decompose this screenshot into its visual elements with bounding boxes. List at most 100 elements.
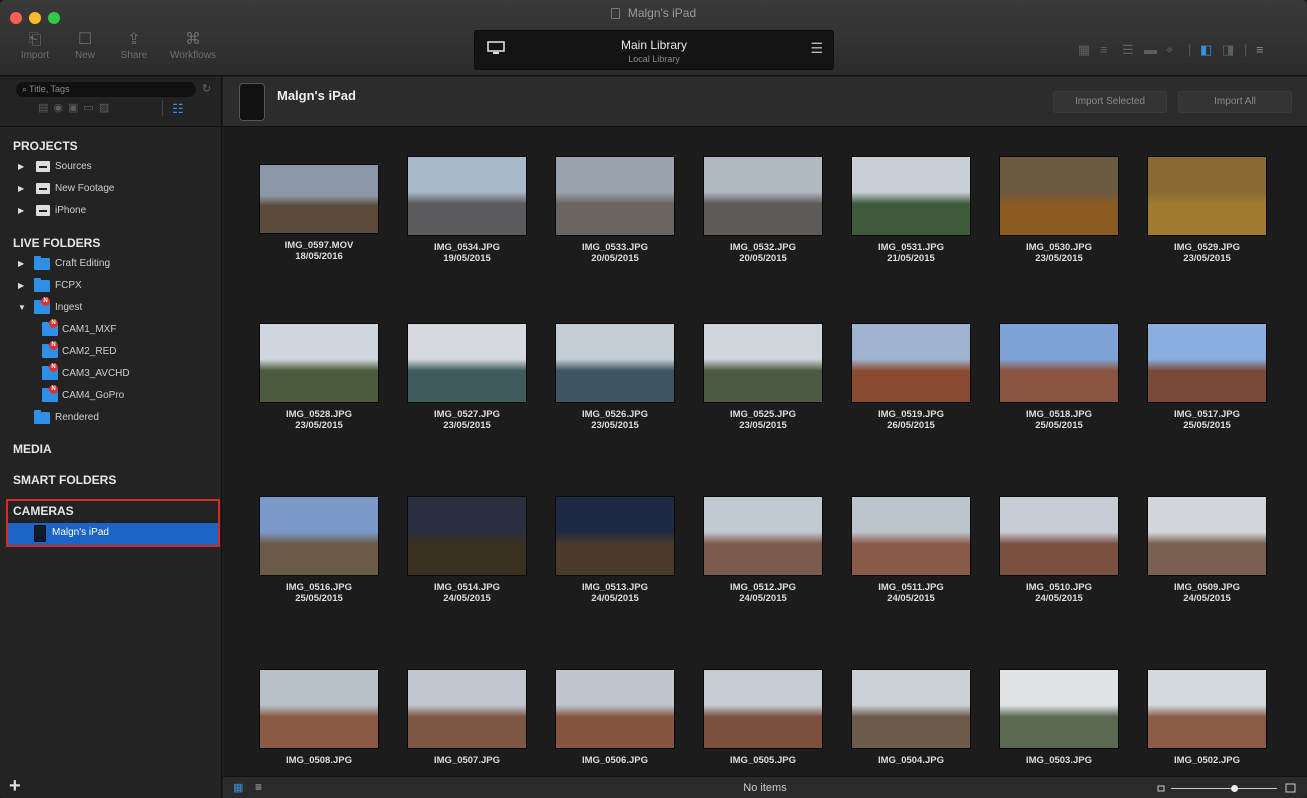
- zoom-slider-knob[interactable]: [1231, 785, 1239, 792]
- other-filter-icon[interactable]: ▨: [99, 102, 114, 114]
- section-cameras[interactable]: CAMERAS: [13, 504, 74, 518]
- list-view-icon[interactable]: ≡: [1100, 43, 1108, 57]
- photo-thumbnail[interactable]: [1147, 669, 1267, 749]
- document-filter-icon[interactable]: ▭: [83, 102, 98, 114]
- search-input[interactable]: ⌕ Title, Tags: [16, 82, 196, 97]
- thumbnail-item[interactable]: IMG_0530.JPG 23/05/2015: [989, 156, 1129, 264]
- photo-thumbnail[interactable]: [851, 156, 971, 236]
- thumbnail-item[interactable]: IMG_0518.JPG 25/05/2015: [989, 323, 1129, 431]
- photo-thumbnail[interactable]: [851, 496, 971, 576]
- photo-thumbnail[interactable]: [999, 669, 1119, 749]
- thumbnail-item[interactable]: IMG_0512.JPG 24/05/2015: [693, 496, 833, 604]
- thumbnail-filename: IMG_0503.JPG: [1025, 755, 1092, 766]
- photo-thumbnail[interactable]: [703, 496, 823, 576]
- video-thumbnail[interactable]: [259, 164, 379, 234]
- thumbnail-item[interactable]: IMG_0511.JPG 24/05/2015: [841, 496, 981, 604]
- thumbnail-item[interactable]: IMG_0514.JPG 24/05/2015: [397, 496, 537, 604]
- add-button[interactable]: +: [9, 775, 21, 798]
- photo-thumbnail[interactable]: [555, 323, 675, 403]
- photo-thumbnail[interactable]: [999, 496, 1119, 576]
- photo-thumbnail[interactable]: [703, 323, 823, 403]
- thumbnail-item[interactable]: IMG_0533.JPG 20/05/2015: [545, 156, 685, 264]
- thumbnail-item[interactable]: IMG_0503.JPG: [989, 669, 1129, 766]
- thumbnail-grid[interactable]: IMG_0597.MOV 18/05/2016 IMG_0534.JPG 19/05/…: [223, 128, 1307, 776]
- thumbnail-item[interactable]: IMG_0526.JPG 23/05/2015: [545, 323, 685, 431]
- new-button[interactable]: ☐ New: [57, 30, 113, 61]
- photo-thumbnail[interactable]: [555, 496, 675, 576]
- thumbnail-item[interactable]: IMG_0504.JPG: [841, 669, 981, 766]
- detail-view-icon[interactable]: ☰: [1122, 43, 1134, 57]
- import-selected-button[interactable]: Import Selected: [1053, 91, 1167, 113]
- section-live-folders[interactable]: LIVE FOLDERS: [13, 236, 100, 250]
- photo-thumbnail[interactable]: [851, 669, 971, 749]
- thumbnail-item[interactable]: IMG_0532.JPG 20/05/2015: [693, 156, 833, 264]
- thumbnail-item[interactable]: IMG_0502.JPG: [1137, 669, 1277, 766]
- disclosure-triangle-icon[interactable]: ▶: [18, 276, 24, 296]
- thumbnail-item[interactable]: IMG_0509.JPG 24/05/2015: [1137, 496, 1277, 604]
- video-filter-icon[interactable]: ▤: [38, 102, 53, 114]
- photo-thumbnail[interactable]: [259, 496, 379, 576]
- photo-thumbnail[interactable]: [999, 323, 1119, 403]
- zoom-slider[interactable]: [1157, 783, 1297, 793]
- map-view-icon[interactable]: ⌖: [1166, 43, 1173, 57]
- thumbnail-item[interactable]: IMG_0510.JPG 24/05/2015: [989, 496, 1129, 604]
- thumbnail-item[interactable]: IMG_0527.JPG 23/05/2015: [397, 323, 537, 431]
- thumbnail-item[interactable]: IMG_0597.MOV 18/05/2016: [249, 156, 389, 262]
- photo-thumbnail[interactable]: [1147, 496, 1267, 576]
- left-panel-icon[interactable]: ◧: [1200, 43, 1212, 57]
- disclosure-triangle-icon[interactable]: ▶: [18, 157, 24, 177]
- thumbnail-item[interactable]: IMG_0528.JPG 23/05/2015: [249, 323, 389, 431]
- photo-thumbnail[interactable]: [555, 156, 675, 236]
- thumbnail-item[interactable]: IMG_0507.JPG: [397, 669, 537, 766]
- sort-icon[interactable]: ≡: [1256, 43, 1264, 57]
- thumbnail-item[interactable]: IMG_0513.JPG 24/05/2015: [545, 496, 685, 604]
- checklist-icon[interactable]: ☰: [810, 40, 823, 57]
- disclosure-triangle-open-icon[interactable]: ▼: [18, 298, 26, 318]
- disclosure-triangle-icon[interactable]: ▶: [18, 201, 24, 221]
- workflows-button[interactable]: ⌘ Workflows: [165, 30, 221, 61]
- thumbnail-item[interactable]: IMG_0505.JPG: [693, 669, 833, 766]
- section-smart-folders[interactable]: SMART FOLDERS: [13, 473, 116, 487]
- audio-filter-icon[interactable]: ◉: [53, 102, 68, 114]
- thumbnail-item[interactable]: IMG_0516.JPG 25/05/2015: [249, 496, 389, 604]
- grid-view-icon[interactable]: ▦: [1078, 43, 1090, 57]
- disclosure-triangle-icon[interactable]: ▶: [18, 179, 24, 199]
- import-button[interactable]: ⎗ Import: [7, 30, 63, 61]
- photo-thumbnail[interactable]: [851, 323, 971, 403]
- photo-thumbnail[interactable]: [703, 669, 823, 749]
- photo-thumbnail[interactable]: [407, 156, 527, 236]
- library-selector[interactable]: Main Library Local Library ☰: [474, 30, 834, 70]
- photo-thumbnail[interactable]: [407, 496, 527, 576]
- photo-thumbnail[interactable]: [1147, 323, 1267, 403]
- thumbnail-filename: IMG_0526.JPG: [581, 409, 648, 420]
- disclosure-triangle-icon[interactable]: ▶: [18, 254, 24, 274]
- refresh-icon[interactable]: ↻: [202, 82, 211, 95]
- section-projects[interactable]: PROJECTS: [13, 139, 78, 153]
- thumbnail-item[interactable]: IMG_0508.JPG: [249, 669, 389, 766]
- thumbnail-item[interactable]: IMG_0525.JPG 23/05/2015: [693, 323, 833, 431]
- thumbnail-item[interactable]: IMG_0529.JPG 23/05/2015: [1137, 156, 1277, 264]
- photo-thumbnail[interactable]: [259, 323, 379, 403]
- thumbnail-item[interactable]: IMG_0531.JPG 21/05/2015: [841, 156, 981, 264]
- hierarchy-icon[interactable]: ☷: [172, 101, 184, 117]
- thumbnail-item[interactable]: IMG_0534.JPG 19/05/2015: [397, 156, 537, 264]
- photo-thumbnail[interactable]: [1147, 156, 1267, 236]
- image-filter-icon[interactable]: ▣: [68, 102, 83, 114]
- thumbnail-item[interactable]: IMG_0506.JPG: [545, 669, 685, 766]
- photo-thumbnail[interactable]: [259, 669, 379, 749]
- thumbnail-filename: IMG_0527.JPG: [433, 409, 500, 420]
- camera-item-ipad[interactable]: Malgn's iPad: [8, 523, 218, 545]
- filmstrip-view-icon[interactable]: ▬: [1144, 43, 1157, 57]
- photo-thumbnail[interactable]: [407, 669, 527, 749]
- share-button[interactable]: ⇪ Share: [106, 30, 162, 61]
- right-panel-icon[interactable]: ◨: [1222, 43, 1234, 57]
- section-media[interactable]: MEDIA: [13, 442, 52, 456]
- thumbnail-date: 21/05/2015: [887, 253, 935, 264]
- photo-thumbnail[interactable]: [999, 156, 1119, 236]
- thumbnail-item[interactable]: IMG_0519.JPG 26/05/2015: [841, 323, 981, 431]
- thumbnail-item[interactable]: IMG_0517.JPG 25/05/2015: [1137, 323, 1277, 431]
- photo-thumbnail[interactable]: [555, 669, 675, 749]
- photo-thumbnail[interactable]: [407, 323, 527, 403]
- photo-thumbnail[interactable]: [703, 156, 823, 236]
- import-all-button[interactable]: Import All: [1178, 91, 1292, 113]
